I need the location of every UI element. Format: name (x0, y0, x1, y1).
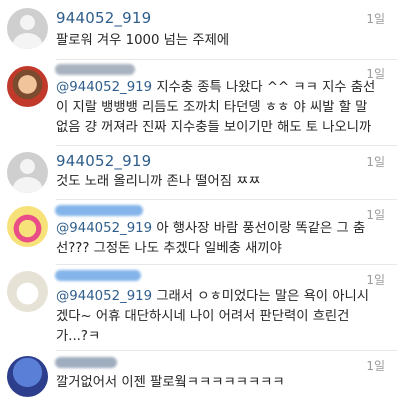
comment-username[interactable]: 944052_919 (56, 152, 151, 170)
mention-link[interactable]: @944052_919 (56, 80, 152, 95)
divider (56, 350, 397, 351)
default-avatar[interactable] (7, 8, 48, 49)
divider (56, 59, 397, 60)
mention-link[interactable]: @944052_919 (56, 289, 152, 304)
comment-text: 것도 노래 올리니까 존나 떨어짐 ㅉㅉ (56, 174, 261, 189)
comment-username[interactable]: 944052_919 (56, 9, 151, 27)
comment-text: @944052_919 지수충 종특 나왔다 ^^ ㅋㅋ 지수 춤선 이 지랄 … (56, 80, 376, 135)
comment-time: 1일 (366, 12, 385, 26)
comment-text: 깔거없어서 이젠 팔로웤ㅋㅋㅋㅋㅋㅋㅋㅋ (56, 375, 285, 390)
default-avatar[interactable] (7, 152, 48, 193)
divider (56, 199, 397, 200)
comment-time: 1일 (366, 155, 385, 169)
redacted-username[interactable] (55, 357, 117, 368)
redacted-username[interactable] (55, 205, 143, 216)
comment-text: @944052_919 아 행사장 바람 풍선이랑 똑같은 그 춤 선??? 그… (56, 221, 366, 256)
user-avatar[interactable] (7, 356, 48, 397)
comments-screen: { "comments": [ { "username": "944052_91… (0, 0, 397, 397)
user-avatar[interactable] (7, 66, 48, 107)
user-avatar[interactable] (7, 206, 48, 247)
redacted-username[interactable] (55, 270, 141, 281)
mention-link[interactable]: @944052_919 (56, 221, 152, 236)
divider (56, 145, 397, 146)
comment-text: @944052_919 그래서 ㅇㅎ미었다는 말은 욕이 아니시 겠다~ 어휴 … (56, 289, 369, 344)
user-avatar[interactable] (7, 271, 48, 312)
comment-time: 1일 (366, 359, 385, 373)
redacted-username[interactable] (55, 64, 135, 75)
divider (56, 264, 397, 265)
comment-text: 팔로워 겨우 1000 넘는 주제에 (56, 33, 230, 48)
comment-time: 1일 (366, 273, 385, 287)
